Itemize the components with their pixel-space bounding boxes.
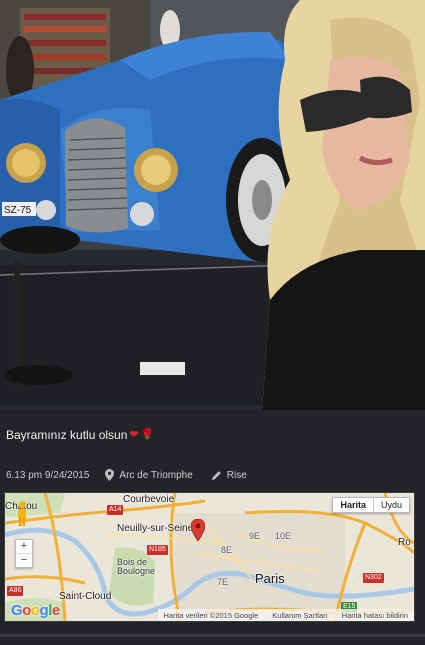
location-link[interactable]: Arc de Triomphe (105, 469, 193, 481)
map-type-uydu-button[interactable]: Uydu (374, 498, 409, 512)
road-shield-n185: N185 (147, 545, 168, 555)
google-logo[interactable]: Google (11, 602, 60, 619)
post-divider (0, 634, 425, 637)
svg-text:SZ-75: SZ-75 (4, 205, 32, 216)
filter-link[interactable]: Rise (211, 470, 247, 481)
caption-text: Bayramınız kutlu olsun (6, 428, 128, 442)
location-map[interactable]: Courbevoie Chatou Neuilly-sur-Seine Bois… (4, 492, 415, 622)
map-label-ro: Ro (398, 537, 411, 548)
map-type-harita-button[interactable]: Harita (333, 498, 374, 512)
map-label-paris: Paris (255, 571, 285, 586)
map-label-saint-cloud: Saint-Cloud (59, 591, 112, 602)
road-shield-a86: A86 (7, 586, 24, 596)
post-meta: 6.13 pm 9/24/2015 Arc de Triomphe Rise (6, 469, 247, 481)
zoom-out-button[interactable]: − (16, 553, 32, 567)
filter-label: Rise (226, 469, 247, 481)
map-label-10e: 10E (275, 531, 292, 541)
map-data-attribution: Harita verileri ©2015 Google (163, 610, 259, 620)
post-caption: Bayramınız kutlu olsun ❤ 🌹 (6, 428, 154, 442)
street-view-pegman-icon[interactable] (16, 501, 28, 527)
post-datetime: 6.13 pm 9/24/2015 (6, 469, 90, 481)
road-shield-n302: N302 (363, 573, 384, 583)
map-attribution: Harita verileri ©2015 Google Kullanım Şa… (157, 609, 414, 621)
map-label-neuilly: Neuilly-sur-Seine (117, 523, 194, 534)
map-label-bois-de-boulogne: Bois de Boulogne (117, 557, 156, 576)
map-label-courbevoie: Courbevoie (123, 494, 175, 505)
rose-emoji-icon: 🌹 (140, 428, 155, 441)
terms-of-use-link[interactable]: Kullanım Şartları (272, 611, 327, 620)
map-marker-icon (105, 469, 115, 481)
map-type-control: Harita Uydu (332, 497, 410, 513)
map-label-8e: 8E (221, 545, 233, 555)
post-photo[interactable]: SZ-75 (0, 0, 425, 410)
map-label-7e: 7E (217, 577, 229, 587)
pencil-icon (211, 470, 221, 480)
heart-emoji-icon: ❤ (129, 428, 139, 441)
selfie-with-classic-car-image: SZ-75 (0, 0, 425, 410)
report-map-error-link[interactable]: Harita hatası bildirin (342, 611, 408, 620)
map-label-9e: 9E (249, 531, 261, 541)
zoom-in-button[interactable]: + (16, 540, 32, 553)
map-zoom-control: + − (15, 539, 33, 568)
location-label: Arc de Triomphe (119, 469, 193, 481)
map-pin-icon[interactable] (191, 519, 205, 541)
road-shield-a14: A14 (107, 505, 124, 515)
